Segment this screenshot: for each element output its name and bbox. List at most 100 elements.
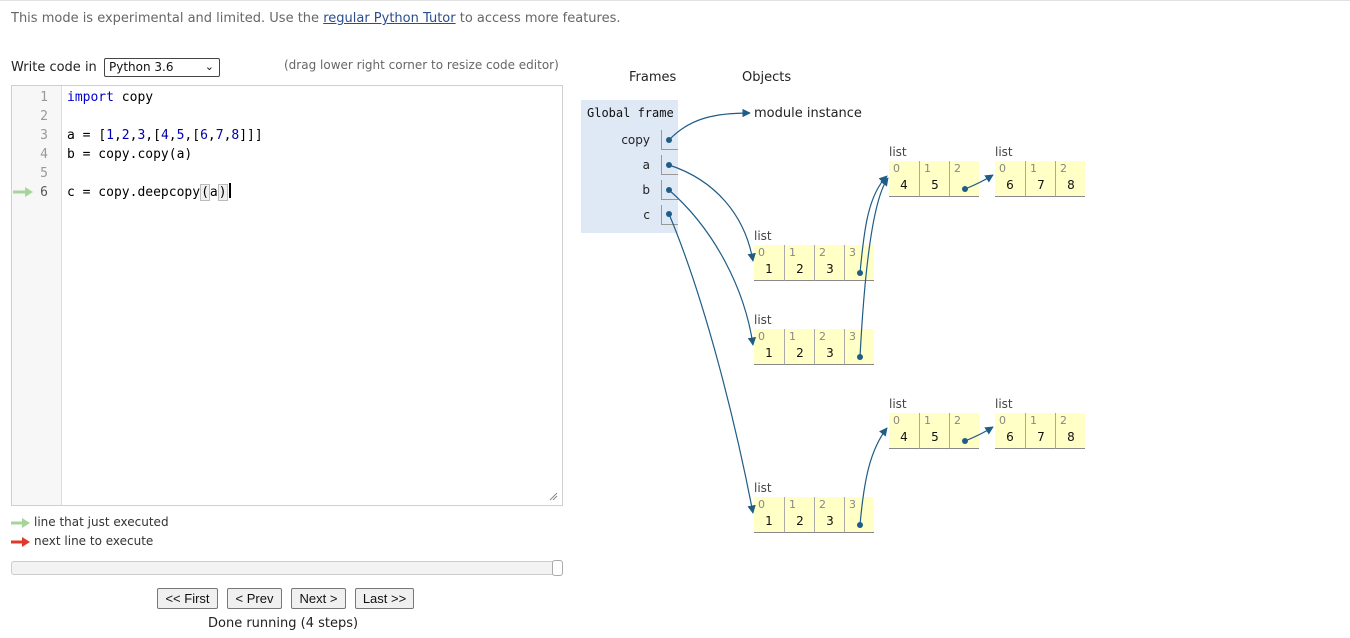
list-cell: 17 — [1025, 161, 1055, 197]
list-value: 2 — [796, 514, 804, 528]
global-frame-title: Global frame — [587, 106, 674, 120]
green-arrow-icon — [11, 517, 30, 528]
list-cell: 15 — [919, 161, 949, 197]
list-cell: 15 — [919, 413, 949, 449]
banner-suffix: to access more features. — [455, 11, 621, 26]
list-cell: 04 — [889, 161, 919, 197]
list-cell: 01 — [754, 245, 784, 281]
list-cell: 3 — [844, 497, 874, 533]
list-label: list — [754, 481, 772, 495]
red-arrow-icon — [11, 536, 30, 547]
list-index: 2 — [819, 246, 826, 259]
list-index: 1 — [789, 330, 796, 343]
code-text: a = [1,2,3,[4,5,[6,7,8]]] — [67, 128, 263, 143]
variable-pointer-cell — [661, 155, 678, 175]
b-to-list-arrow — [668, 189, 757, 346]
list-index: 0 — [999, 162, 1006, 175]
legend-next-label: next line to execute — [34, 534, 154, 548]
list-value: 3 — [826, 262, 834, 276]
code-line[interactable]: 1 import copy — [12, 88, 562, 107]
list-cell: 12 — [784, 497, 814, 533]
list-value: 8 — [1067, 430, 1075, 444]
list-cell: 06 — [995, 161, 1025, 197]
code-line[interactable]: 3 a = [1,2,3,[4,5,[6,7,8]]] — [12, 126, 562, 145]
list-cell: 12 — [784, 245, 814, 281]
variable-pointer-cell — [661, 180, 678, 200]
code-text: import copy — [67, 90, 154, 105]
list-index: 0 — [893, 162, 900, 175]
frames-header: Frames — [629, 70, 677, 85]
line-number: 1 — [40, 90, 48, 105]
top-divider — [0, 0, 1350, 1]
list-cell: 01 — [754, 497, 784, 533]
list-index: 2 — [1060, 162, 1067, 175]
banner-prefix: This mode is experimental and limited. U… — [11, 11, 324, 26]
a-to-list-arrow — [668, 164, 756, 262]
list-index: 0 — [758, 246, 765, 259]
list-label: list — [754, 313, 772, 327]
prev-button[interactable]: < Prev — [227, 588, 282, 609]
list-value: 2 — [796, 346, 804, 360]
list-index: 0 — [758, 498, 765, 511]
list-index: 1 — [924, 414, 931, 427]
code-line-current[interactable]: 6 c = copy.deepcopy(a) — [12, 183, 562, 202]
list-value: 7 — [1037, 430, 1045, 444]
list-cell: 12 — [784, 329, 814, 365]
line-number: 4 — [40, 147, 48, 162]
next-button[interactable]: Next > — [291, 588, 346, 609]
list-value: 3 — [826, 514, 834, 528]
list-cell: 23 — [814, 497, 844, 533]
objects-header: Objects — [742, 70, 792, 85]
list-index: 3 — [849, 246, 856, 259]
variable-pointer-cell — [661, 130, 678, 150]
list-cell: 28 — [1055, 161, 1085, 197]
variable-name: c — [643, 208, 650, 222]
step-slider[interactable] — [11, 560, 563, 576]
line-number: 5 — [40, 166, 48, 181]
resize-grip-icon[interactable] — [548, 491, 558, 501]
list-value: 5 — [931, 178, 939, 192]
list-index: 0 — [758, 330, 765, 343]
list-label: list — [995, 397, 1013, 411]
variable-name: copy — [621, 133, 650, 147]
code-editor[interactable]: 1 import copy 2 3 a = [1,2,3,[4,5,[6,7,8… — [11, 85, 563, 506]
list-index: 2 — [819, 498, 826, 511]
list-index: 0 — [893, 414, 900, 427]
list-value: 6 — [1006, 178, 1014, 192]
list-value: 2 — [796, 262, 804, 276]
list-value: 5 — [931, 430, 939, 444]
list-index: 2 — [954, 162, 961, 175]
list-cell: 3 — [844, 329, 874, 365]
c-to-list-arrow — [668, 213, 756, 514]
code-text: c = copy.deepcopy(a) — [67, 183, 231, 202]
chevron-down-icon: ⌄ — [204, 60, 214, 73]
list-cell: 17 — [1025, 413, 1055, 449]
text-cursor — [228, 183, 231, 198]
executed-line-arrow-icon — [13, 187, 33, 197]
language-select[interactable]: Python 3.6 ⌄ — [104, 58, 220, 77]
last-button[interactable]: Last >> — [355, 588, 414, 609]
list-value: 7 — [1037, 178, 1045, 192]
list-cell: 2 — [949, 161, 979, 197]
variable-pointer-cell — [661, 205, 678, 225]
line-number: 6 — [40, 185, 48, 200]
list-value: 4 — [900, 430, 908, 444]
list-index: 2 — [954, 414, 961, 427]
list-index: 2 — [1060, 414, 1067, 427]
legend-executed: line that just executed — [11, 515, 169, 529]
list-cell: 2 — [949, 413, 979, 449]
code-line[interactable]: 5 — [12, 164, 562, 183]
regular-python-tutor-link[interactable]: regular Python Tutor — [323, 11, 455, 26]
run-status: Done running (4 steps) — [208, 616, 359, 631]
language-select-value: Python 3.6 — [109, 60, 174, 74]
list-value: 3 — [826, 346, 834, 360]
code-line[interactable]: 4 b = copy.copy(a) — [12, 145, 562, 164]
list-cell: 01 — [754, 329, 784, 365]
list-label: list — [889, 145, 907, 159]
code-line[interactable]: 2 — [12, 107, 562, 126]
list-index: 1 — [924, 162, 931, 175]
step-slider-handle[interactable] — [552, 560, 563, 576]
list-label: list — [889, 397, 907, 411]
first-button[interactable]: << First — [157, 588, 218, 609]
list-index: 2 — [819, 330, 826, 343]
